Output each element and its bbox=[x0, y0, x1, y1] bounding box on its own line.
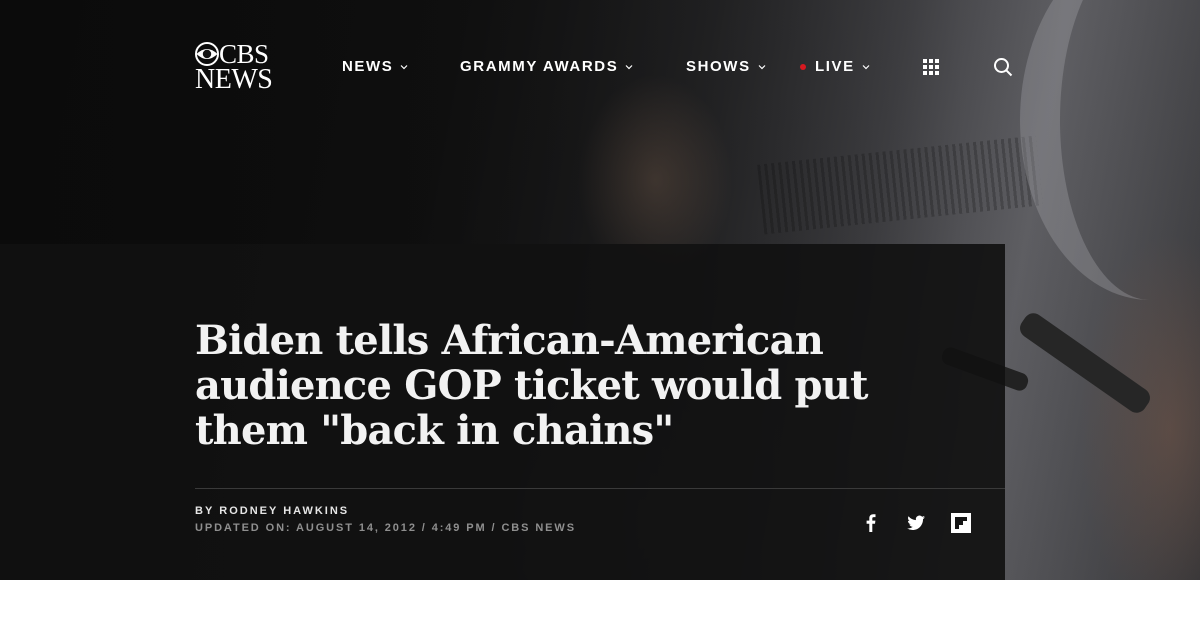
nav-item-label: LIVE bbox=[815, 58, 855, 75]
nav-item-label: SHOWS bbox=[686, 58, 751, 75]
article-headline: Biden tells African-American audience GO… bbox=[195, 317, 868, 454]
timestamp: UPDATED ON: AUGUST 14, 2012 / 4:49 PM / … bbox=[195, 522, 576, 534]
nav-item-shows[interactable]: SHOWS bbox=[686, 58, 767, 76]
nav-item-grammy-awards[interactable]: GRAMMY AWARDS bbox=[460, 58, 634, 76]
nav-item-live[interactable]: LIVE bbox=[800, 58, 871, 76]
chevron-down-icon bbox=[400, 65, 408, 70]
cbs-news-logo[interactable]: CBS NEWS bbox=[195, 40, 277, 94]
cbs-eye-icon bbox=[195, 42, 219, 66]
author-link[interactable]: RODNEY HAWKINS bbox=[219, 505, 349, 517]
search-icon[interactable] bbox=[993, 57, 1013, 77]
chevron-down-icon bbox=[625, 65, 633, 70]
flipboard-icon[interactable] bbox=[950, 512, 972, 534]
live-indicator bbox=[800, 64, 806, 70]
site-header: CBS NEWS NEWS GRAMMY AWARDS SHOWS LIVE bbox=[0, 0, 1200, 135]
facebook-icon[interactable] bbox=[860, 512, 882, 534]
byline-prefix: BY bbox=[195, 505, 215, 517]
twitter-icon[interactable] bbox=[905, 512, 927, 534]
nav-item-label: NEWS bbox=[342, 58, 394, 75]
divider bbox=[195, 488, 1005, 489]
grid-menu-icon[interactable] bbox=[922, 58, 940, 76]
chevron-down-icon bbox=[862, 65, 870, 70]
chevron-down-icon bbox=[758, 65, 766, 70]
byline: BY RODNEY HAWKINS bbox=[195, 504, 349, 518]
nav-item-news[interactable]: NEWS bbox=[342, 58, 409, 76]
nav-item-label: GRAMMY AWARDS bbox=[460, 58, 619, 75]
logo-text-news: NEWS bbox=[195, 64, 273, 95]
